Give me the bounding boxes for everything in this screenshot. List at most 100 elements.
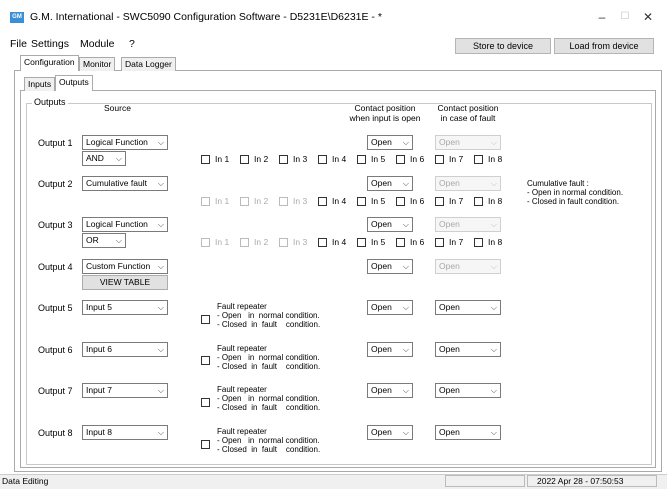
output-6-source-value: Input 6 bbox=[86, 344, 112, 354]
output-2-in4-label: In 4 bbox=[332, 196, 347, 206]
chevron-down-icon: ⌵ bbox=[157, 179, 164, 188]
output-3-in6-checkbox[interactable] bbox=[396, 238, 405, 247]
chevron-down-icon: ⌵ bbox=[157, 303, 164, 312]
output-5-fault-select[interactable]: Open ⌵ bbox=[435, 300, 501, 315]
chevron-down-icon: ⌵ bbox=[402, 138, 409, 147]
output-1-source-select[interactable]: Logical Function ⌵ bbox=[82, 135, 168, 150]
output-2-in2-label: In 2 bbox=[254, 196, 269, 206]
maximize-icon[interactable]: ☐ bbox=[615, 9, 635, 25]
output-8-fault-select[interactable]: Open ⌵ bbox=[435, 425, 501, 440]
output-2-in4-checkbox[interactable] bbox=[318, 197, 327, 206]
menu-module[interactable]: Module bbox=[80, 38, 114, 50]
output-7-fault-repeater-line2: - Closed in fault condition. bbox=[217, 403, 321, 412]
source-header: Source bbox=[104, 103, 131, 113]
output-1-in2-checkbox[interactable] bbox=[240, 155, 249, 164]
output-6-fault-repeater-checkbox[interactable] bbox=[201, 356, 210, 365]
output-3-in2-label: In 2 bbox=[254, 237, 269, 247]
chevron-down-icon: ⌵ bbox=[402, 428, 409, 437]
output-1-in4-checkbox[interactable] bbox=[318, 155, 327, 164]
chevron-down-icon: ⌵ bbox=[157, 345, 164, 354]
output-3-open-value: Open bbox=[371, 219, 392, 229]
chevron-down-icon: ⌵ bbox=[115, 236, 122, 245]
chevron-down-icon: ⌵ bbox=[490, 303, 497, 312]
output-3-in8-checkbox[interactable] bbox=[474, 238, 483, 247]
output-2-in8-checkbox[interactable] bbox=[474, 197, 483, 206]
output-6-source-select[interactable]: Input 6 ⌵ bbox=[82, 342, 168, 357]
output-1-in3-label: In 3 bbox=[293, 154, 308, 164]
output-5-source-value: Input 5 bbox=[86, 302, 112, 312]
output-8-open-value: Open bbox=[371, 427, 392, 437]
output-4-source-select[interactable]: Custom Function ⌵ bbox=[82, 259, 168, 274]
output-1-fault-select: Open ⌵ bbox=[435, 135, 501, 150]
contact-fault-header-2: in case of fault bbox=[440, 113, 496, 123]
output-6-fault-select[interactable]: Open ⌵ bbox=[435, 342, 501, 357]
chevron-down-icon: ⌵ bbox=[157, 428, 164, 437]
output-3-in5-checkbox[interactable] bbox=[357, 238, 366, 247]
output-2-in7-checkbox[interactable] bbox=[435, 197, 444, 206]
output-2-in3-checkbox bbox=[279, 197, 288, 206]
output-1-in8-checkbox[interactable] bbox=[474, 155, 483, 164]
output-7-source-select[interactable]: Input 7 ⌵ bbox=[82, 383, 168, 398]
tab-configuration[interactable]: Configuration bbox=[20, 55, 79, 71]
output-6-open-select[interactable]: Open ⌵ bbox=[367, 342, 413, 357]
output-2-in6-checkbox[interactable] bbox=[396, 197, 405, 206]
output-3-in4-checkbox[interactable] bbox=[318, 238, 327, 247]
output-4-open-value: Open bbox=[371, 261, 392, 271]
output-7-fault-select[interactable]: Open ⌵ bbox=[435, 383, 501, 398]
output-1-in1-checkbox[interactable] bbox=[201, 155, 210, 164]
output-5-open-select[interactable]: Open ⌵ bbox=[367, 300, 413, 315]
output-1-in2-label: In 2 bbox=[254, 154, 269, 164]
output-2-open-select[interactable]: Open ⌵ bbox=[367, 176, 413, 191]
output-4-open-select[interactable]: Open ⌵ bbox=[367, 259, 413, 274]
output-2-source-select[interactable]: Cumulative fault ⌵ bbox=[82, 176, 168, 191]
output-1-in5-label: In 5 bbox=[371, 154, 386, 164]
output-1-in5-checkbox[interactable] bbox=[357, 155, 366, 164]
output-2-in6-label: In 6 bbox=[410, 196, 425, 206]
view-table-button[interactable]: VIEW TABLE bbox=[82, 275, 168, 290]
output-2-in7-label: In 7 bbox=[449, 196, 464, 206]
output-3-source-select[interactable]: Logical Function ⌵ bbox=[82, 217, 168, 232]
tab-outputs[interactable]: Outputs bbox=[55, 75, 93, 91]
status-datetime: 2022 Apr 28 - 07:50:53 bbox=[537, 476, 624, 486]
output-7-open-select[interactable]: Open ⌵ bbox=[367, 383, 413, 398]
output-3-open-select[interactable]: Open ⌵ bbox=[367, 217, 413, 232]
menu-help[interactable]: ? bbox=[129, 38, 135, 50]
output-8-open-select[interactable]: Open ⌵ bbox=[367, 425, 413, 440]
minimize-icon[interactable]: – bbox=[592, 9, 612, 25]
output-7-fault-repeater-checkbox[interactable] bbox=[201, 398, 210, 407]
output-3-label: Output 3 bbox=[38, 220, 73, 230]
close-icon[interactable]: ✕ bbox=[638, 9, 658, 25]
store-to-device-button[interactable]: Store to device bbox=[455, 38, 551, 54]
output-1-in6-label: In 6 bbox=[410, 154, 425, 164]
status-text: Data Editing bbox=[2, 476, 49, 486]
output-3-logic-select[interactable]: OR ⌵ bbox=[82, 233, 126, 248]
output-6-label: Output 6 bbox=[38, 345, 73, 355]
tab-data-logger[interactable]: Data Logger bbox=[121, 57, 176, 71]
output-1-in6-checkbox[interactable] bbox=[396, 155, 405, 164]
output-1-in7-checkbox[interactable] bbox=[435, 155, 444, 164]
output-5-source-select[interactable]: Input 5 ⌵ bbox=[82, 300, 168, 315]
tab-monitor[interactable]: Monitor bbox=[79, 57, 116, 71]
output-6-open-value: Open bbox=[371, 344, 392, 354]
output-1-logic-select[interactable]: AND ⌵ bbox=[82, 151, 126, 166]
output-3-in7-checkbox[interactable] bbox=[435, 238, 444, 247]
menu-settings[interactable]: Settings bbox=[31, 38, 69, 50]
output-2-in5-label: In 5 bbox=[371, 196, 386, 206]
output-7-fault-value: Open bbox=[439, 385, 460, 395]
menu-file[interactable]: File bbox=[10, 38, 27, 50]
output-7-open-value: Open bbox=[371, 385, 392, 395]
output-5-fault-repeater-checkbox[interactable] bbox=[201, 315, 210, 324]
output-1-in3-checkbox[interactable] bbox=[279, 155, 288, 164]
tab-inputs[interactable]: Inputs bbox=[24, 77, 56, 91]
output-2-in2-checkbox bbox=[240, 197, 249, 206]
output-4-label: Output 4 bbox=[38, 262, 73, 272]
output-7-source-value: Input 7 bbox=[86, 385, 112, 395]
chevron-down-icon: ⌵ bbox=[490, 262, 497, 271]
output-8-source-select[interactable]: Input 8 ⌵ bbox=[82, 425, 168, 440]
output-2-in5-checkbox[interactable] bbox=[357, 197, 366, 206]
output-8-fault-repeater-checkbox[interactable] bbox=[201, 440, 210, 449]
load-from-device-button[interactable]: Load from device bbox=[554, 38, 654, 54]
output-1-open-select[interactable]: Open ⌵ bbox=[367, 135, 413, 150]
output-2-in3-label: In 3 bbox=[293, 196, 308, 206]
output-2-label: Output 2 bbox=[38, 179, 73, 189]
